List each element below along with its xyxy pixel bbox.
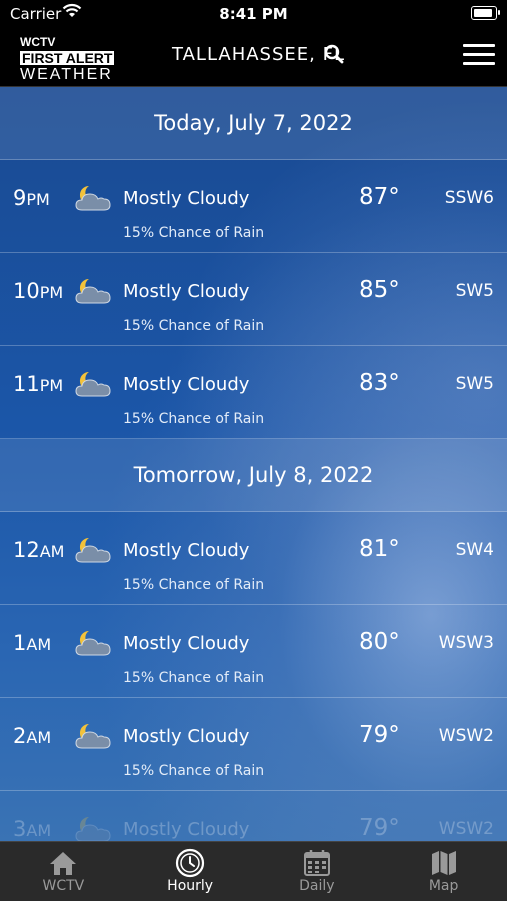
logo-line-2: FIRST ALERT <box>20 50 115 66</box>
map-icon <box>431 851 456 875</box>
temperature: 80° <box>359 629 400 655</box>
app-header: WCTV FIRST ALERT WEATHER TALLAHASSEE, FL <box>0 28 507 87</box>
hour-label: 10PM <box>13 279 63 303</box>
hour-number: 10 <box>13 279 40 303</box>
temperature: 83° <box>359 370 400 396</box>
hour-ampm: AM <box>26 728 52 747</box>
partly-cloudy-night-icon <box>73 368 113 400</box>
rain-chance: 15% Chance of Rain <box>123 318 265 334</box>
partly-cloudy-night-icon <box>73 627 113 659</box>
hourly-row[interactable]: 11PM Mostly Cloudy 15% Chance of Rain 83° SW… <box>0 346 507 439</box>
wind-label: WSW2 <box>438 726 494 746</box>
hourly-row[interactable]: 9PM Mostly Cloudy 15% Chance of Rain 87° SSW… <box>0 160 507 253</box>
condition-label: Mostly Cloudy <box>123 726 250 747</box>
location-label[interactable]: TALLAHASSEE, FL <box>172 44 345 65</box>
hour-number: 3 <box>13 817 27 841</box>
wind-label: SW5 <box>455 281 494 301</box>
condition-label: Mostly Cloudy <box>123 374 250 395</box>
tab-label: WCTV <box>42 878 85 894</box>
hour-ampm: AM <box>39 542 65 561</box>
tab-hourly[interactable]: Hourly <box>127 842 254 901</box>
rain-chance: 15% Chance of Rain <box>123 577 265 593</box>
partly-cloudy-night-icon <box>73 275 113 307</box>
wind-label: WSW2 <box>438 819 494 839</box>
tab-label: Map <box>428 878 459 894</box>
calendar-icon <box>303 850 330 876</box>
logo-line-1: WCTV <box>20 35 56 49</box>
hour-label: 11PM <box>13 372 63 396</box>
hour-number: 11 <box>13 372 40 396</box>
temperature: 81° <box>359 536 400 562</box>
rain-chance: 15% Chance of Rain <box>123 411 265 427</box>
rain-chance: 15% Chance of Rain <box>123 670 265 686</box>
battery-icon <box>471 6 500 20</box>
condition-label: Mostly Cloudy <box>123 281 250 302</box>
tab-map[interactable]: Map <box>380 842 507 901</box>
partly-cloudy-night-icon <box>73 720 113 752</box>
hourly-forecast-list[interactable]: Today, July 7, 2022 9PM Mostly Cloudy 15% C… <box>0 87 507 841</box>
hourly-row[interactable]: 2AM Mostly Cloudy 15% Chance of Rain 79° WSW… <box>0 698 507 791</box>
condition-label: Mostly Cloudy <box>123 188 250 209</box>
day-header: Tomorrow, July 8, 2022 <box>0 439 507 512</box>
hour-label: 9PM <box>13 186 50 210</box>
search-icon[interactable] <box>324 44 344 64</box>
partly-cloudy-night-icon <box>73 534 113 566</box>
clock-icon <box>176 848 205 878</box>
temperature: 87° <box>359 184 400 210</box>
hamburger-menu-icon[interactable] <box>463 44 495 68</box>
status-bar: Carrier 8:41 PM <box>0 0 507 28</box>
hour-label: 2AM <box>13 724 51 748</box>
status-time: 8:41 PM <box>219 5 288 23</box>
day-header: Today, July 7, 2022 <box>0 87 507 160</box>
rain-chance: 15% Chance of Rain <box>123 225 265 241</box>
rain-chance: 15% Chance of Rain <box>123 763 265 779</box>
temperature: 85° <box>359 277 400 303</box>
tab-label: Hourly <box>167 878 214 894</box>
wind-label: SW4 <box>455 540 494 560</box>
hour-label: 3AM <box>13 817 51 841</box>
tab-bar: WCTV Hourly Daily Map <box>0 841 507 901</box>
condition-label: Mostly Cloudy <box>123 819 250 840</box>
condition-label: Mostly Cloudy <box>123 633 250 654</box>
hour-ampm: AM <box>26 821 52 840</box>
temperature: 79° <box>359 815 400 841</box>
hourly-row[interactable]: 3AM Mostly Cloudy 79° WSW2 <box>0 791 507 841</box>
partly-cloudy-night-icon <box>73 182 113 214</box>
hour-number: 9 <box>13 186 27 210</box>
hour-ampm: PM <box>39 283 64 302</box>
tab-wctv[interactable]: WCTV <box>0 842 127 901</box>
wind-label: SW5 <box>455 374 494 394</box>
hour-number: 1 <box>13 631 27 655</box>
home-icon <box>50 852 77 875</box>
temperature: 79° <box>359 722 400 748</box>
hourly-row[interactable]: 1AM Mostly Cloudy 15% Chance of Rain 80° WSW… <box>0 605 507 698</box>
hour-label: 1AM <box>13 631 51 655</box>
app-logo[interactable]: WCTV FIRST ALERT WEATHER <box>20 35 116 83</box>
wind-label: WSW3 <box>438 633 494 653</box>
tab-daily[interactable]: Daily <box>254 842 381 901</box>
logo-line-3: WEATHER <box>20 66 113 83</box>
hour-number: 12 <box>13 538 40 562</box>
hourly-row[interactable]: 12AM Mostly Cloudy 15% Chance of Rain 81° SW… <box>0 512 507 605</box>
hour-ampm: PM <box>39 376 64 395</box>
hour-ampm: PM <box>26 190 50 209</box>
hour-number: 2 <box>13 724 27 748</box>
hourly-row[interactable]: 10PM Mostly Cloudy 15% Chance of Rain 85° SW… <box>0 253 507 346</box>
wind-label: SSW6 <box>444 188 494 208</box>
hour-label: 12AM <box>13 538 64 562</box>
condition-label: Mostly Cloudy <box>123 540 250 561</box>
tab-label: Daily <box>299 878 335 894</box>
hour-ampm: AM <box>26 635 52 654</box>
partly-cloudy-night-icon <box>73 813 113 841</box>
